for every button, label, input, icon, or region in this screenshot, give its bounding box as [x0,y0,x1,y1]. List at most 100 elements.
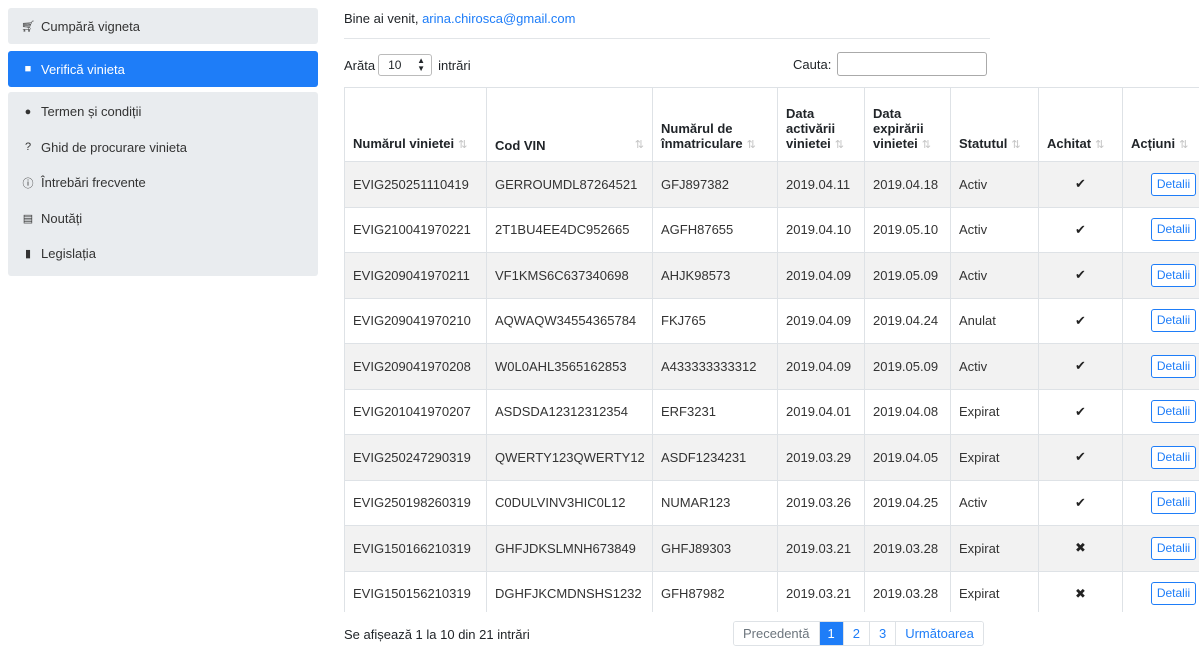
cell-paid: ✖ [1038,570,1123,612]
cell-paid: ✔ [1038,479,1123,526]
column-header-number[interactable]: Numărul vinietei ⇅ [344,87,487,162]
cell-actions: Detalii [1122,434,1199,481]
table-row: EVIG201041970207 ASDSDA12312312354 ERF3231… [344,388,1199,435]
cell-paid: ✔ [1038,206,1123,253]
check-icon: ✔ [1075,221,1086,237]
cell-activation-date: 2019.03.21 [777,525,865,572]
cell-status: Activ [950,479,1039,526]
column-header-vin[interactable]: Cod VIN ⇅ [486,87,653,162]
details-button[interactable]: Detalii [1150,491,1197,515]
table-row: EVIG209041970211 VF1KMS6C637340698 AHJK985… [344,252,1199,299]
cell-expiry-date: 2019.05.10 [864,206,951,253]
check-icon: ✔ [1075,494,1086,510]
sidebar-item-news[interactable]: ▤ Noutăți [8,201,318,237]
details-button[interactable]: Detalii [1150,400,1197,424]
pagination-page-1[interactable]: 1 [818,622,843,645]
column-header-plate[interactable]: Numărul de înmatriculare ⇅ [652,87,778,162]
sort-icon: ⇅ [634,139,644,151]
table-info: Se afișează 1 la 10 din 21 intrări [344,627,530,642]
details-button[interactable]: Detalii [1150,309,1197,333]
vignettes-table-container: Numărul vinietei ⇅ Cod VIN ⇅ Numărul de în… [344,87,1199,612]
sidebar-item-guide[interactable]: ? Ghid de procurare vinieta [8,130,318,166]
column-header-activation[interactable]: Data activării vinietei ⇅ [777,87,865,162]
cell-vin: GERROUMDL87264521 [486,161,653,208]
cell-vin: W0L0AHL3565162853 [486,343,653,390]
cell-vignette-number: EVIG209041970210 [344,297,487,344]
column-header-expiry[interactable]: Data expirării vinietei ⇅ [864,87,951,162]
search-label: Cauta: [793,56,832,72]
main-content: Bine ai venit, arina.chirosca@gmail.com … [344,0,1199,657]
table-header-row: Numărul vinietei ⇅ Cod VIN ⇅ Numărul de în… [344,87,1199,162]
search-input[interactable] [837,52,988,76]
comments-icon: ● [24,105,32,118]
file-icon: ▮ [24,248,32,261]
table-row: EVIG209041970208 W0L0AHL3565162853 A433333… [344,343,1199,390]
column-header-status[interactable]: Statutul ⇅ [950,87,1039,162]
details-button[interactable]: Detalii [1150,354,1197,378]
details-button[interactable]: Detalii [1150,445,1197,469]
cell-vignette-number: EVIG150166210319 [344,525,487,572]
table-row: EVIG250247290319 QWERTY123QWERTY12 ASDF123… [344,434,1199,481]
column-header-actions[interactable]: Acțiuni ⇅ [1122,87,1199,162]
table-row: EVIG250198260319 C0DULVINV3HIC0L12 NUMAR12… [344,479,1199,526]
cell-vin: ASDSDA12312312354 [486,388,653,435]
column-header-paid[interactable]: Achitat ⇅ [1038,87,1123,162]
cell-actions: Detalii [1122,297,1199,344]
sort-icon: ⇅ [746,139,756,151]
cell-status: Activ [950,252,1039,299]
cell-vignette-number: EVIG250198260319 [344,479,487,526]
cell-expiry-date: 2019.04.18 [864,161,951,208]
cell-activation-date: 2019.04.09 [777,343,865,390]
cell-status: Activ [950,206,1039,253]
welcome-text: Bine ai venit, [344,11,419,26]
cross-icon: ✖ [1075,540,1086,556]
cell-actions: Detalii [1122,252,1199,299]
cell-actions: Detalii [1122,479,1199,526]
cell-actions: Detalii [1122,161,1199,208]
newspaper-icon: ▤ [22,212,34,225]
cell-vignette-number: EVIG210041970221 [344,206,487,253]
cell-status: Expirat [950,570,1039,612]
check-icon: ✔ [1075,358,1086,374]
details-button[interactable]: Detalii [1150,263,1197,287]
sidebar-item-terms[interactable]: ● Termen și condiții [8,94,318,130]
cell-status: Anulat [950,297,1039,344]
details-button[interactable]: Detalii [1150,536,1197,560]
cell-plate: AHJK98573 [652,252,778,299]
details-button[interactable]: Detalii [1150,582,1197,606]
cell-paid: ✖ [1038,525,1123,572]
sidebar-item-check-vignette[interactable]: ■ Verifică vinieta [8,51,318,87]
sidebar: 🛒︎ Cumpără vigneta ■ Verifică vinieta ● … [8,8,318,276]
sidebar-item-faq[interactable]: ⓘ Întrebări frecvente [8,165,318,201]
sort-icon: ⇅ [458,139,468,151]
sidebar-item-legislation[interactable]: ▮ Legislația [8,236,318,272]
sort-icon: ⇅ [1179,139,1189,151]
details-button[interactable]: Detalii [1150,172,1197,196]
user-email-link[interactable]: arina.chirosca@gmail.com [422,11,575,26]
cell-plate: FKJ765 [652,297,778,344]
cell-paid: ✔ [1038,434,1123,481]
pagination-page-3[interactable]: 3 [868,622,896,645]
pagination-prev-button[interactable]: Precedentă [734,622,819,645]
cell-activation-date: 2019.04.01 [777,388,865,435]
page-length-select[interactable]: 10 ▲ ▼ [378,54,433,76]
divider [344,38,990,39]
cell-expiry-date: 2019.04.25 [864,479,951,526]
pagination-next-button[interactable]: Următoarea [895,622,983,645]
sort-icon: ⇅ [1095,139,1105,151]
sidebar-item-buy-vignette[interactable]: 🛒︎ Cumpără vigneta [8,8,318,44]
table-row: EVIG250251110419 GERROUMDL87264521 GFJ8973… [344,161,1199,208]
sort-icon: ⇅ [1011,139,1021,151]
cell-vin: DGHFJKCMDNSHS1232 [486,570,653,612]
sidebar-item-label: Cumpără vigneta [41,18,140,34]
pagination-page-2[interactable]: 2 [842,622,869,645]
details-button[interactable]: Detalii [1150,218,1197,242]
cell-vin: VF1KMS6C637340698 [486,252,653,299]
show-prefix-label: Arăta [344,57,376,73]
cell-status: Activ [950,161,1039,208]
check-icon: ✔ [1075,267,1086,283]
sidebar-item-label: Întrebări frecvente [41,175,146,191]
check-icon: ✔ [1075,403,1086,419]
cell-vignette-number: EVIG250247290319 [344,434,487,481]
cell-activation-date: 2019.03.29 [777,434,865,481]
